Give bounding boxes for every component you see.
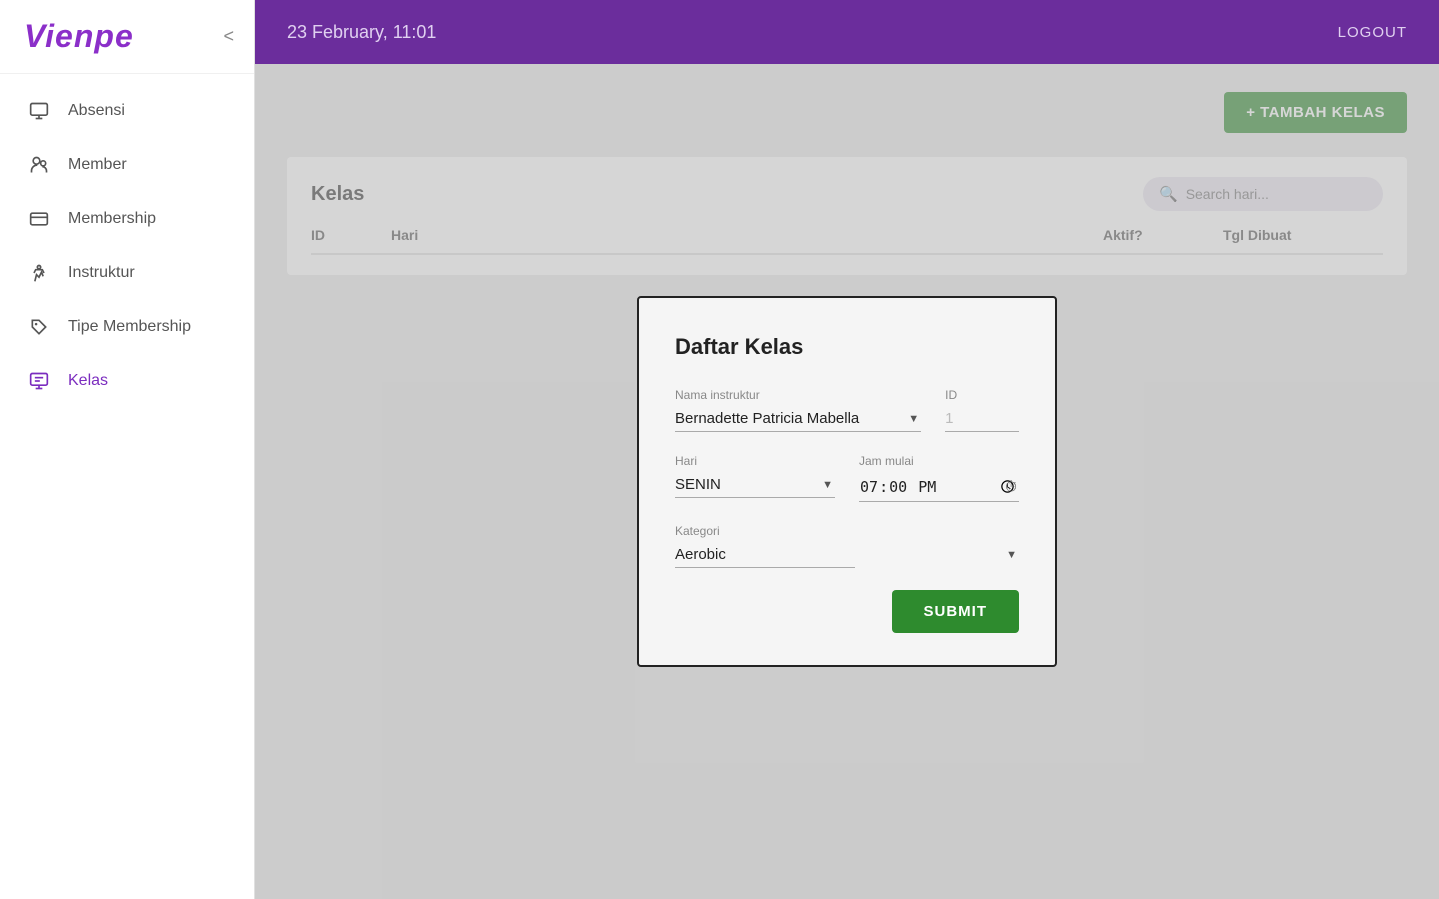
hari-label: Hari: [675, 454, 835, 468]
sidebar-item-tipe-membership[interactable]: Tipe Membership: [0, 300, 254, 354]
submit-button[interactable]: SUBMIT: [892, 590, 1020, 633]
form-group-hari: Hari SENIN SELASA RABU KAMIS JUMAT SABTU…: [675, 454, 835, 503]
sidebar-toggle-button[interactable]: <: [223, 26, 234, 47]
sidebar-label-member: Member: [68, 156, 127, 174]
hari-select[interactable]: SENIN SELASA RABU KAMIS JUMAT SABTU MING…: [675, 472, 835, 498]
app-logo: Vienpe: [24, 18, 134, 55]
sidebar-label-instruktur: Instruktur: [68, 264, 135, 282]
sidebar-label-membership: Membership: [68, 210, 156, 228]
tag-icon: [28, 316, 50, 338]
instruktur-select[interactable]: Bernadette Patricia Mabella: [675, 406, 921, 432]
form-row-hari: Hari SENIN SELASA RABU KAMIS JUMAT SABTU…: [675, 454, 1019, 503]
form-group-kategori: Kategori Aerobic Yoga Zumba Pilates: [675, 524, 1019, 568]
form-group-jam: Jam mulai: [859, 454, 1019, 503]
kategori-select-wrapper: Aerobic Yoga Zumba Pilates: [675, 542, 1019, 568]
id-label: ID: [945, 388, 1019, 402]
sidebar: Vienpe < Absensi Member Membership: [0, 0, 255, 899]
jam-input[interactable]: [859, 472, 1019, 503]
form-row-instruktur: Nama instruktur Bernadette Patricia Mabe…: [675, 388, 1019, 432]
sidebar-item-membership[interactable]: Membership: [0, 192, 254, 246]
jam-label: Jam mulai: [859, 454, 1019, 468]
kelas-icon: [28, 370, 50, 392]
sidebar-item-member[interactable]: Member: [0, 138, 254, 192]
topbar-date: 23 February, 11:01: [287, 22, 436, 43]
jam-input-wrapper: [859, 472, 1019, 503]
sidebar-label-absensi: Absensi: [68, 102, 125, 120]
content-area: + TAMBAH KELAS Kelas 🔍 ID Hari Aktif? Tg…: [255, 64, 1439, 899]
sidebar-item-instruktur[interactable]: Instruktur: [0, 246, 254, 300]
card-icon: [28, 208, 50, 230]
form-group-instruktur: Nama instruktur Bernadette Patricia Mabe…: [675, 388, 921, 432]
sidebar-label-tipe-membership: Tipe Membership: [68, 318, 191, 336]
topbar: 23 February, 11:01 LOGOUT: [255, 0, 1439, 64]
sidebar-label-kelas: Kelas: [68, 372, 108, 390]
main-area: 23 February, 11:01 LOGOUT + TAMBAH KELAS…: [255, 0, 1439, 899]
modal-overlay: Daftar Kelas Nama instruktur Bernadette …: [255, 64, 1439, 899]
sidebar-item-absensi[interactable]: Absensi: [0, 84, 254, 138]
form-group-id: ID: [945, 388, 1019, 432]
modal: Daftar Kelas Nama instruktur Bernadette …: [637, 296, 1057, 668]
monitor-icon: [28, 100, 50, 122]
people-icon: [28, 154, 50, 176]
logout-button[interactable]: LOGOUT: [1338, 24, 1407, 41]
sidebar-item-kelas[interactable]: Kelas: [0, 354, 254, 408]
modal-actions: SUBMIT: [675, 590, 1019, 633]
sidebar-logo: Vienpe <: [0, 0, 254, 74]
kategori-label: Kategori: [675, 524, 1019, 538]
instruktur-label: Nama instruktur: [675, 388, 921, 402]
kategori-select[interactable]: Aerobic Yoga Zumba Pilates: [675, 542, 855, 568]
id-input[interactable]: [945, 406, 1019, 432]
run-icon: [28, 262, 50, 284]
modal-title: Daftar Kelas: [675, 334, 1019, 360]
sidebar-nav: Absensi Member Membership Instruktur Tip: [0, 74, 254, 418]
instruktur-select-wrapper: Bernadette Patricia Mabella: [675, 406, 921, 432]
hari-select-wrapper: SENIN SELASA RABU KAMIS JUMAT SABTU MING…: [675, 472, 835, 498]
